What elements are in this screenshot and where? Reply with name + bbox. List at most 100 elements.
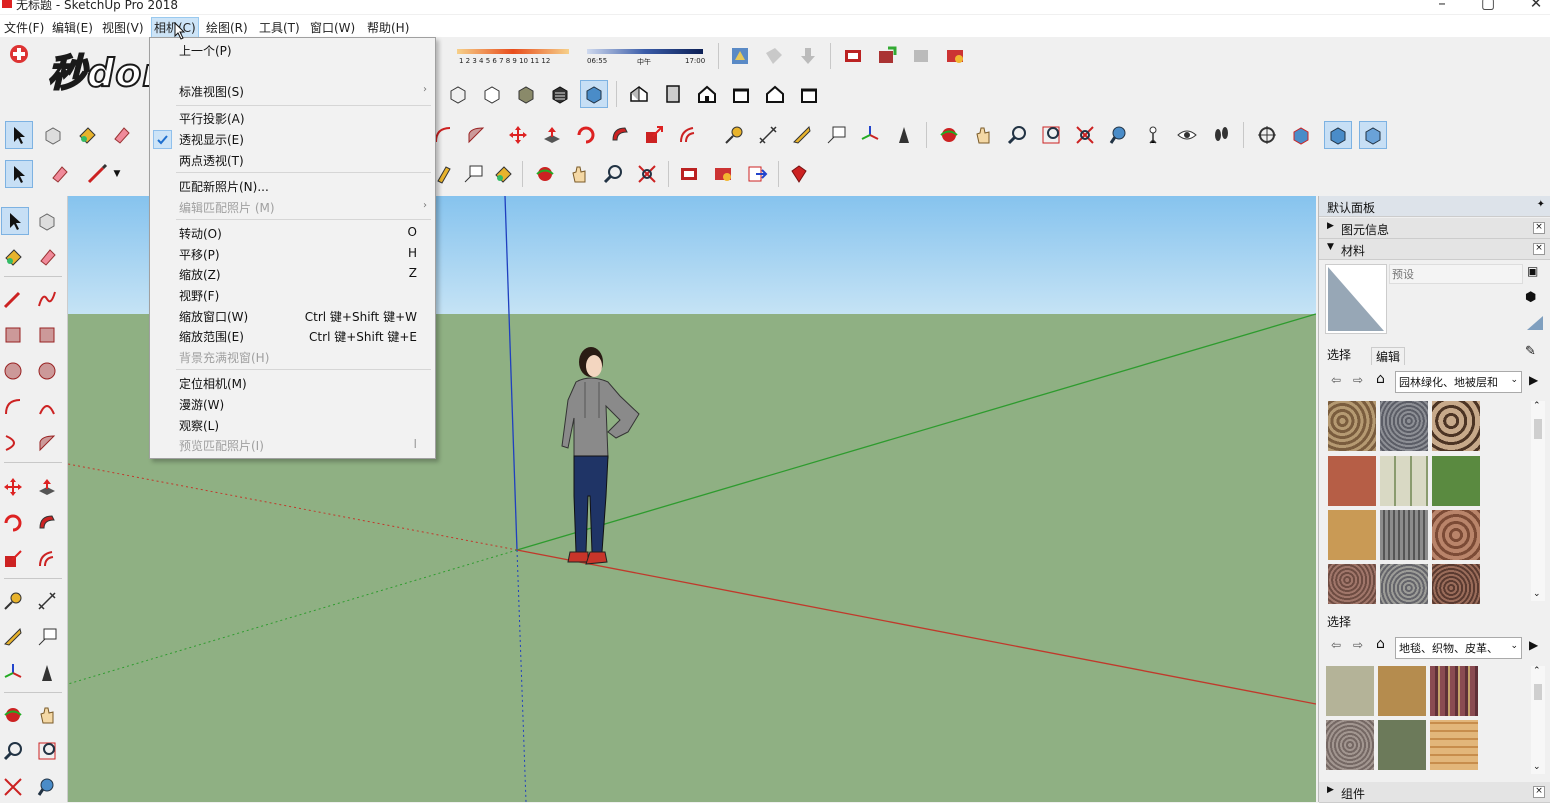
menu-item-preview-matched-photo[interactable]: 预览匹配照片(I) I — [150, 435, 435, 455]
paint-bucket-2-icon[interactable] — [490, 161, 516, 187]
eraser-2-icon[interactable] — [46, 161, 72, 187]
close-icon[interactable]: × — [1533, 243, 1545, 255]
orbit-tool-icon[interactable] — [936, 122, 962, 148]
zoom-tool-icon[interactable] — [1004, 122, 1030, 148]
back-view-icon[interactable] — [762, 81, 788, 107]
paint-bucket-icon[interactable] — [74, 122, 100, 148]
details-arrow-icon[interactable]: ▶ — [1529, 373, 1538, 387]
material-swatch[interactable] — [1380, 510, 1428, 560]
menu-item-pan[interactable]: 平移(P) H — [150, 244, 435, 264]
left-protractor-icon[interactable] — [0, 624, 26, 650]
material-swatch[interactable] — [1432, 401, 1480, 451]
menu-item-zoom-to-photo[interactable]: 背景充满视窗(H) — [150, 347, 435, 367]
left-previous-icon[interactable] — [34, 774, 60, 800]
left-select-icon[interactable] — [1, 207, 29, 235]
position-camera-icon[interactable] — [1140, 122, 1166, 148]
dimension-icon[interactable] — [755, 122, 781, 148]
send-to-layout-icon[interactable] — [744, 161, 770, 187]
library-select-1[interactable]: 园林绿化、地被层和 ⌄ — [1395, 371, 1522, 393]
back-arrow-icon[interactable]: ⇦ — [1331, 638, 1341, 652]
left-offset-icon[interactable] — [34, 546, 60, 572]
share-model-icon[interactable] — [908, 43, 934, 69]
pan-tool-icon[interactable] — [970, 122, 996, 148]
menu-item-perspective[interactable]: 透视显示(E) — [150, 129, 435, 149]
monochrome-icon[interactable] — [580, 80, 608, 108]
material-swatch[interactable] — [1328, 510, 1376, 560]
left-paint-icon[interactable] — [0, 244, 26, 270]
menu-file[interactable]: 文件(F) — [2, 18, 46, 37]
create-material-icon[interactable]: ▣ — [1527, 264, 1538, 278]
material-name-input[interactable] — [1389, 264, 1523, 284]
top-view-icon[interactable] — [660, 81, 686, 107]
material-swatch[interactable] — [1326, 720, 1374, 770]
left-orbit-icon[interactable] — [0, 702, 26, 728]
display-section-planes-icon[interactable] — [1288, 122, 1314, 148]
close-icon[interactable]: ✕ — [1526, 0, 1546, 12]
left-3dtext-icon[interactable] — [34, 660, 60, 686]
previous-view-icon[interactable] — [1106, 122, 1132, 148]
menu-view[interactable]: 视图(V) — [100, 18, 146, 37]
line-tool-icon[interactable] — [84, 161, 110, 187]
material-swatch[interactable] — [1380, 456, 1428, 506]
left-pan-icon[interactable] — [34, 702, 60, 728]
left-rectangle-icon[interactable] — [0, 322, 26, 348]
menu-item-match-new-photo[interactable]: 匹配新照片(N)... — [150, 176, 435, 196]
xray-style-icon[interactable] — [445, 81, 471, 107]
left-followme-icon[interactable] — [34, 510, 60, 536]
zoom-window-icon[interactable] — [1038, 122, 1064, 148]
menu-draw[interactable]: 绘图(R) — [204, 18, 250, 37]
left-rotated-rect-icon[interactable] — [34, 322, 60, 348]
look-around-icon[interactable] — [1174, 122, 1200, 148]
protractor-icon[interactable] — [789, 122, 815, 148]
pie-icon[interactable] — [463, 122, 489, 148]
close-icon[interactable]: × — [1533, 786, 1545, 798]
warehouse-2-icon[interactable] — [676, 161, 702, 187]
shaded-icon[interactable] — [513, 81, 539, 107]
scrollbar[interactable]: ⌃ ⌄ — [1531, 666, 1545, 774]
menu-item-standard-views[interactable]: 标准视图(S) › — [150, 81, 435, 101]
tab-select[interactable]: 选择 — [1327, 346, 1351, 363]
close-icon[interactable]: × — [1533, 222, 1545, 234]
extension-2-icon[interactable] — [710, 161, 736, 187]
front-view-icon[interactable] — [694, 81, 720, 107]
left-eraser-icon[interactable] — [34, 244, 60, 270]
iso-view-icon[interactable] — [626, 81, 652, 107]
3d-text-icon[interactable] — [891, 122, 917, 148]
left-axes-icon[interactable] — [0, 660, 26, 686]
menu-item-zoom[interactable]: 缩放(Z) Z — [150, 264, 435, 284]
share-component-icon[interactable] — [874, 43, 900, 69]
scrollbar[interactable]: ⌃ ⌄ — [1531, 401, 1545, 601]
back-arrow-icon[interactable]: ⇦ — [1331, 373, 1341, 387]
select-tool-2-icon[interactable] — [5, 160, 33, 188]
push-pull-icon[interactable] — [539, 122, 565, 148]
left-line-icon[interactable] — [0, 286, 26, 312]
follow-me-icon[interactable] — [607, 122, 633, 148]
menu-item-parallel-projection[interactable]: 平行投影(A) — [150, 108, 435, 128]
eyedropper-icon[interactable]: ✎ — [1525, 344, 1536, 359]
text-tool-icon[interactable] — [823, 122, 849, 148]
components-header[interactable]: ▶ 组件 × — [1319, 782, 1550, 803]
axes-tool-icon[interactable] — [857, 122, 883, 148]
materials-header[interactable]: ▼ 材料 × — [1319, 239, 1550, 260]
rotate-tool-icon[interactable] — [573, 122, 599, 148]
right-view-icon[interactable] — [728, 81, 754, 107]
left-circle-icon[interactable] — [0, 358, 26, 384]
menu-tools[interactable]: 工具(T) — [257, 18, 302, 37]
details-arrow-icon[interactable]: ▶ — [1529, 638, 1538, 652]
ruby-console-icon[interactable] — [786, 161, 812, 187]
maximize-icon[interactable]: ▢ — [1478, 0, 1498, 12]
material-swatch[interactable] — [1430, 720, 1478, 770]
material-swatch[interactable] — [1430, 666, 1478, 716]
minimize-icon[interactable]: – — [1432, 0, 1452, 12]
section-plane-icon[interactable] — [1254, 122, 1280, 148]
add-location-icon[interactable] — [727, 43, 753, 69]
paint-bucket-icon[interactable]: ⬢ — [1525, 290, 1536, 305]
offset-tool-icon[interactable] — [675, 122, 701, 148]
text-tool-2-icon[interactable] — [460, 161, 486, 187]
extension-manager-icon[interactable] — [942, 43, 968, 69]
menu-window[interactable]: 窗口(W) — [308, 18, 357, 37]
left-view-icon[interactable] — [796, 81, 822, 107]
pin-icon[interactable]: ✦ — [1537, 199, 1545, 210]
material-swatch[interactable] — [1380, 401, 1428, 451]
menu-item-position-camera[interactable]: 定位相机(M) — [150, 373, 435, 393]
